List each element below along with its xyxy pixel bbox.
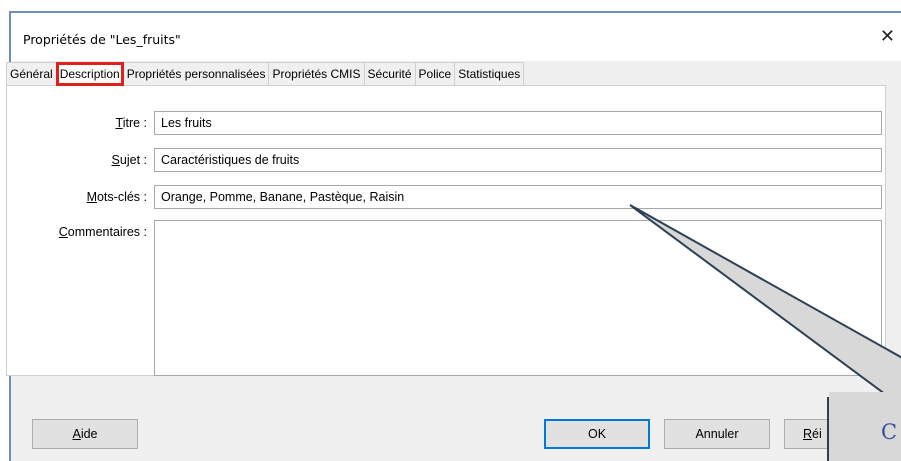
description-panel: Titre : Les fruits Sujet : Caractéristiq… [6, 86, 886, 376]
sujet-input[interactable]: Caractéristiques de fruits [154, 148, 882, 172]
window-title: Propriétés de "Les_fruits" [23, 32, 181, 47]
tab-security[interactable]: Sécurité [363, 62, 416, 86]
tab-cmis-properties[interactable]: Propriétés CMIS [268, 62, 365, 86]
ok-button[interactable]: OK [544, 419, 650, 449]
annuler-button[interactable]: Annuler [664, 419, 770, 449]
mots-cles-input[interactable]: Orange, Pomme, Banane, Pastèque, Raisin [154, 185, 882, 209]
title-bar[interactable]: Propriétés de "Les_fruits" ✕ [11, 13, 901, 61]
titre-label: Titre : [115, 116, 147, 130]
titre-input[interactable]: Les fruits [154, 111, 882, 135]
close-icon[interactable]: ✕ [880, 26, 895, 47]
tab-description[interactable]: Description [55, 62, 124, 86]
tab-custom-properties[interactable]: Propriétés personnalisées [122, 62, 270, 86]
tab-general[interactable]: Général [6, 62, 57, 86]
mots-cles-label: Mots-clés : [86, 190, 147, 204]
tab-statistics[interactable]: Statistiques [454, 62, 525, 86]
callout-text: C [881, 420, 898, 444]
tab-font[interactable]: Police [414, 62, 456, 86]
reinitialiser-button[interactable]: Réi [784, 419, 890, 449]
sujet-label: Sujet : [111, 153, 147, 167]
commentaires-textarea[interactable] [154, 220, 882, 376]
tab-bar: Général Description Propriétés personnal… [6, 62, 886, 86]
aide-button[interactable]: Aide [32, 419, 138, 449]
commentaires-label: Commentaires : [58, 225, 147, 239]
